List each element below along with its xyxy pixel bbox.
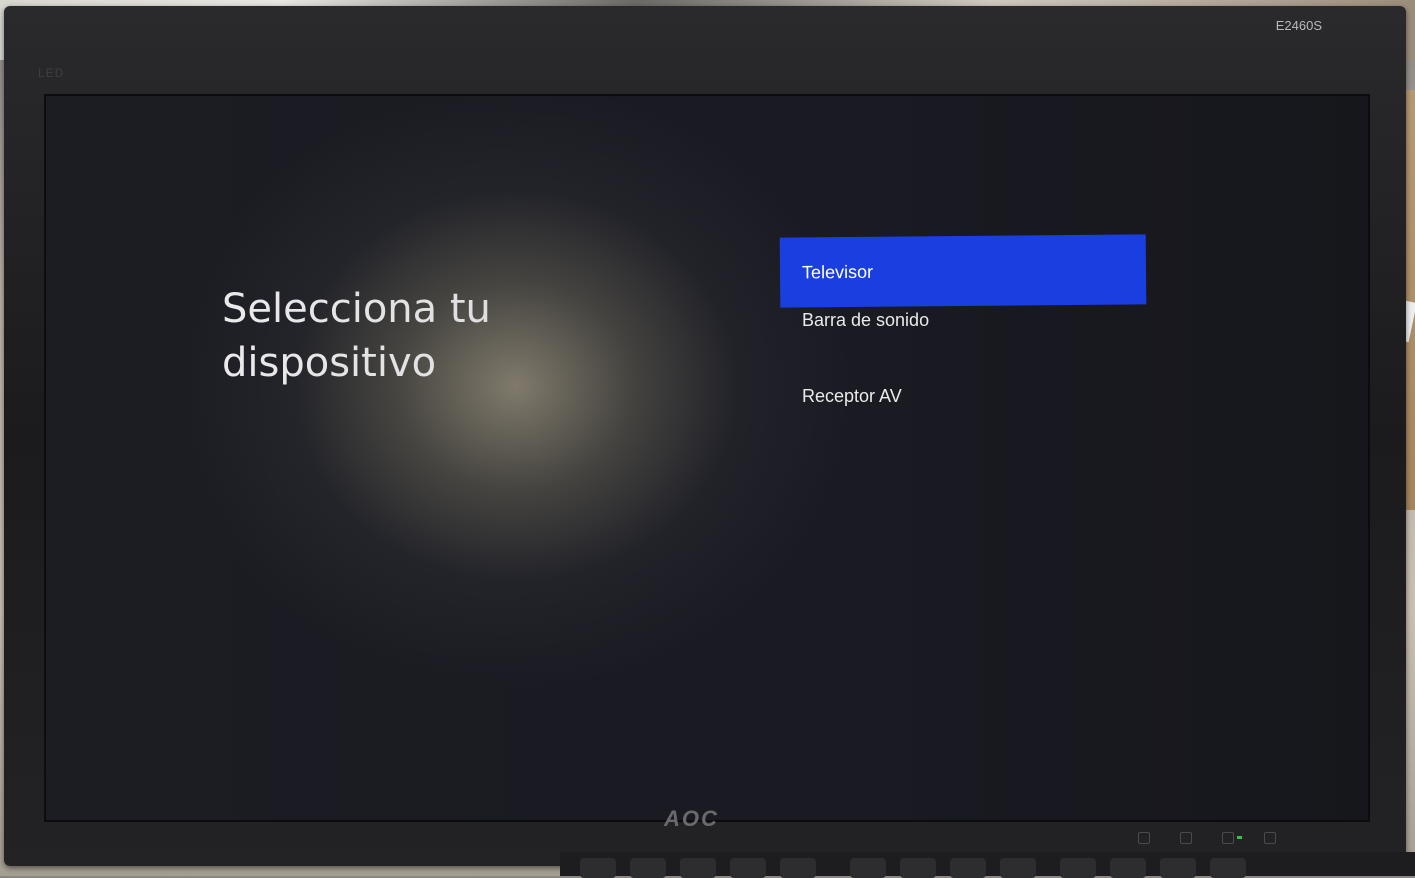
keyboard <box>560 852 1415 878</box>
keyboard-key <box>1160 858 1196 878</box>
keyboard-key <box>850 858 886 878</box>
option-label: Barra de sonido <box>802 310 930 330</box>
monitor-button[interactable] <box>1264 832 1276 844</box>
keyboard-key <box>1210 858 1246 878</box>
monitor-buttons <box>1138 832 1276 844</box>
keyboard-key <box>630 858 666 878</box>
monitor-button[interactable] <box>1222 832 1234 844</box>
power-led-icon <box>1237 836 1242 839</box>
keyboard-key <box>730 858 766 878</box>
monitor-button[interactable] <box>1138 832 1150 844</box>
keyboard-key <box>580 858 616 878</box>
keyboard-key <box>1060 858 1096 878</box>
keyboard-key <box>780 858 816 878</box>
brand-logo: AOC <box>664 806 719 831</box>
option-label: Receptor AV <box>802 386 902 406</box>
monitor: LED E2460S Selecciona tu dispositivo Tel… <box>4 6 1406 866</box>
keyboard-key <box>1110 858 1146 878</box>
monitor-button[interactable] <box>1180 832 1192 844</box>
option-televisor[interactable]: Televisor <box>779 234 1147 308</box>
option-label: Televisor <box>801 261 874 283</box>
page-title: Selecciona tu dispositivo <box>222 286 491 386</box>
panel-label: LED <box>38 66 65 80</box>
option-barra-de-sonido[interactable]: Barra de sonido <box>780 310 1146 386</box>
device-options-list: Televisor Barra de sonido Receptor AV <box>779 234 1147 462</box>
keyboard-key <box>680 858 716 878</box>
keyboard-key <box>1000 858 1036 878</box>
option-receptor-av[interactable]: Receptor AV <box>780 386 1146 462</box>
model-label: E2460S <box>1275 18 1322 33</box>
keyboard-key <box>900 858 936 878</box>
tv-screen: Selecciona tu dispositivo Televisor Barr… <box>44 94 1370 822</box>
keyboard-key <box>950 858 986 878</box>
